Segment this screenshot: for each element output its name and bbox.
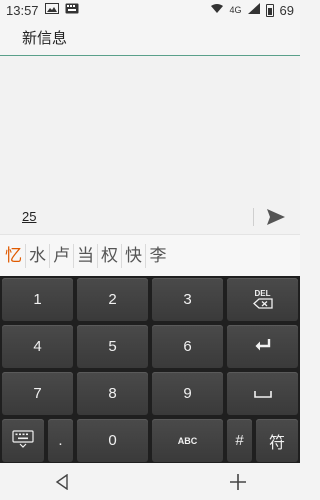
candidate-item[interactable]: 李: [146, 244, 170, 268]
candidate-item[interactable]: 卢: [50, 243, 74, 268]
delete-button[interactable]: DEL: [227, 278, 298, 321]
key-5[interactable]: 5: [77, 325, 148, 368]
numeric-keyboard: 1 2 3 DEL 4 5 6 7 8 9 . 0 ABC # 符: [0, 276, 300, 463]
candidate-item[interactable]: 权: [98, 243, 122, 268]
space-button[interactable]: [227, 372, 298, 415]
key-3[interactable]: 3: [152, 278, 223, 321]
candidate-item[interactable]: 水: [26, 243, 50, 268]
symbol-button[interactable]: 符: [256, 419, 298, 462]
del-label: DEL: [254, 288, 271, 298]
back-icon[interactable]: [52, 472, 72, 492]
key-1[interactable]: 1: [2, 278, 73, 321]
battery-level: 69: [279, 2, 294, 18]
key-9[interactable]: 9: [152, 372, 223, 415]
enter-button[interactable]: [227, 325, 298, 368]
candidate-item[interactable]: 忆: [2, 243, 26, 268]
signal-icon: [247, 2, 260, 18]
key-4[interactable]: 4: [2, 325, 73, 368]
keyboard-status-icon: [65, 3, 79, 18]
abc-button[interactable]: ABC: [152, 419, 223, 462]
key-8[interactable]: 8: [77, 372, 148, 415]
status-bar: 13:57 4G 69: [0, 0, 300, 20]
message-input[interactable]: 25: [22, 209, 36, 224]
navigation-bar: [0, 463, 300, 500]
network-type: 4G: [229, 5, 242, 15]
hash-key[interactable]: #: [227, 419, 252, 462]
keyboard-switch-button[interactable]: [2, 419, 44, 462]
candidate-bar: 忆 水 卢 当 权 快 李: [0, 234, 300, 276]
app-header: 新信息: [0, 20, 300, 56]
key-6[interactable]: 6: [152, 325, 223, 368]
page-title: 新信息: [22, 29, 68, 47]
candidate-item[interactable]: 快: [122, 243, 146, 268]
backspace-icon: [252, 297, 273, 311]
keyboard-icon: [12, 429, 34, 452]
image-icon: [44, 2, 59, 18]
space-icon: [253, 385, 272, 402]
divider: [253, 208, 254, 226]
dot-key[interactable]: .: [48, 419, 73, 462]
candidate-item[interactable]: 当: [74, 243, 98, 268]
send-icon[interactable]: [266, 208, 286, 226]
enter-icon: [254, 338, 272, 356]
plus-icon[interactable]: [228, 472, 248, 492]
battery-icon: [265, 3, 274, 17]
key-7[interactable]: 7: [2, 372, 73, 415]
compose-bar: 25: [0, 200, 300, 234]
key-0[interactable]: 0: [77, 419, 148, 462]
wifi-icon: [210, 3, 224, 18]
key-2[interactable]: 2: [77, 278, 148, 321]
status-time: 13:57: [6, 2, 39, 18]
